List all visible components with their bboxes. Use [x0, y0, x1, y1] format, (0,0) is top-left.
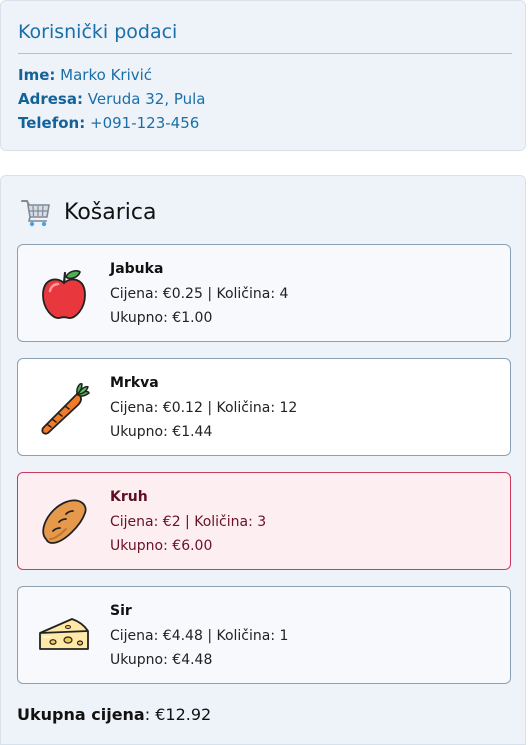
- carrot-icon: [41, 383, 90, 435]
- user-name-label: Ime:: [18, 66, 56, 84]
- item-subtotal: Ukupno: €1.00: [110, 310, 213, 326]
- item-name: Jabuka: [110, 261, 164, 277]
- user-address-label: Adresa:: [18, 90, 83, 108]
- item-subtotal: Ukupno: €6.00: [110, 538, 213, 554]
- item-price: Cijena: €0.12 | Količina: 12: [110, 400, 298, 416]
- cart-item: Kruh Cijena: €2 | Količina: 3 Ukupno: €6…: [17, 472, 511, 570]
- item-subtotal: Ukupno: €1.44: [110, 424, 213, 440]
- item-price: Cijena: €2 | Količina: 3: [110, 514, 267, 530]
- cart-item: Sir Cijena: €4.48 | Količina: 1 Ukupno: …: [17, 586, 511, 684]
- user-name-value: Marko Krivić: [60, 66, 153, 84]
- cheese-icon: [39, 618, 89, 650]
- user-address-row: Adresa: Veruda 32, Pula: [18, 90, 206, 108]
- user-phone-row: Telefon: +091-123-456: [18, 114, 199, 132]
- user-address-value: Veruda 32, Pula: [87, 90, 206, 108]
- cart-total-value: : €12.92: [144, 705, 212, 724]
- bread-icon: [42, 499, 87, 544]
- cart-item: Jabuka Cijena: €0.25 | Količina: 4 Ukupn…: [17, 244, 511, 342]
- item-name: Kruh: [110, 489, 148, 505]
- user-phone-label: Telefon:: [18, 114, 86, 132]
- user-info-card: Korisnički podaci Ime: Marko Krivić Adre…: [0, 0, 526, 151]
- cart-header: Košarica: [20, 196, 156, 228]
- cart-title: Košarica: [64, 199, 157, 225]
- cart-total: Ukupna cijena: €12.92: [17, 705, 211, 724]
- user-info-title: Korisnički podaci: [18, 21, 178, 43]
- apple-icon: [42, 270, 86, 319]
- cart-total-label: Ukupna cijena: [17, 705, 145, 724]
- item-subtotal: Ukupno: €4.48: [110, 652, 213, 668]
- divider: [18, 53, 512, 54]
- item-name: Sir: [110, 603, 132, 619]
- cart-item: Mrkva Cijena: €0.12 | Količina: 12 Ukupn…: [17, 358, 511, 456]
- shopping-cart-icon: [21, 200, 50, 227]
- user-phone-value: +091-123-456: [90, 114, 200, 132]
- user-name-row: Ime: Marko Krivić: [18, 66, 152, 84]
- item-name: Mrkva: [110, 375, 159, 391]
- item-price: Cijena: €0.25 | Količina: 4: [110, 286, 289, 302]
- item-price: Cijena: €4.48 | Količina: 1: [110, 628, 289, 644]
